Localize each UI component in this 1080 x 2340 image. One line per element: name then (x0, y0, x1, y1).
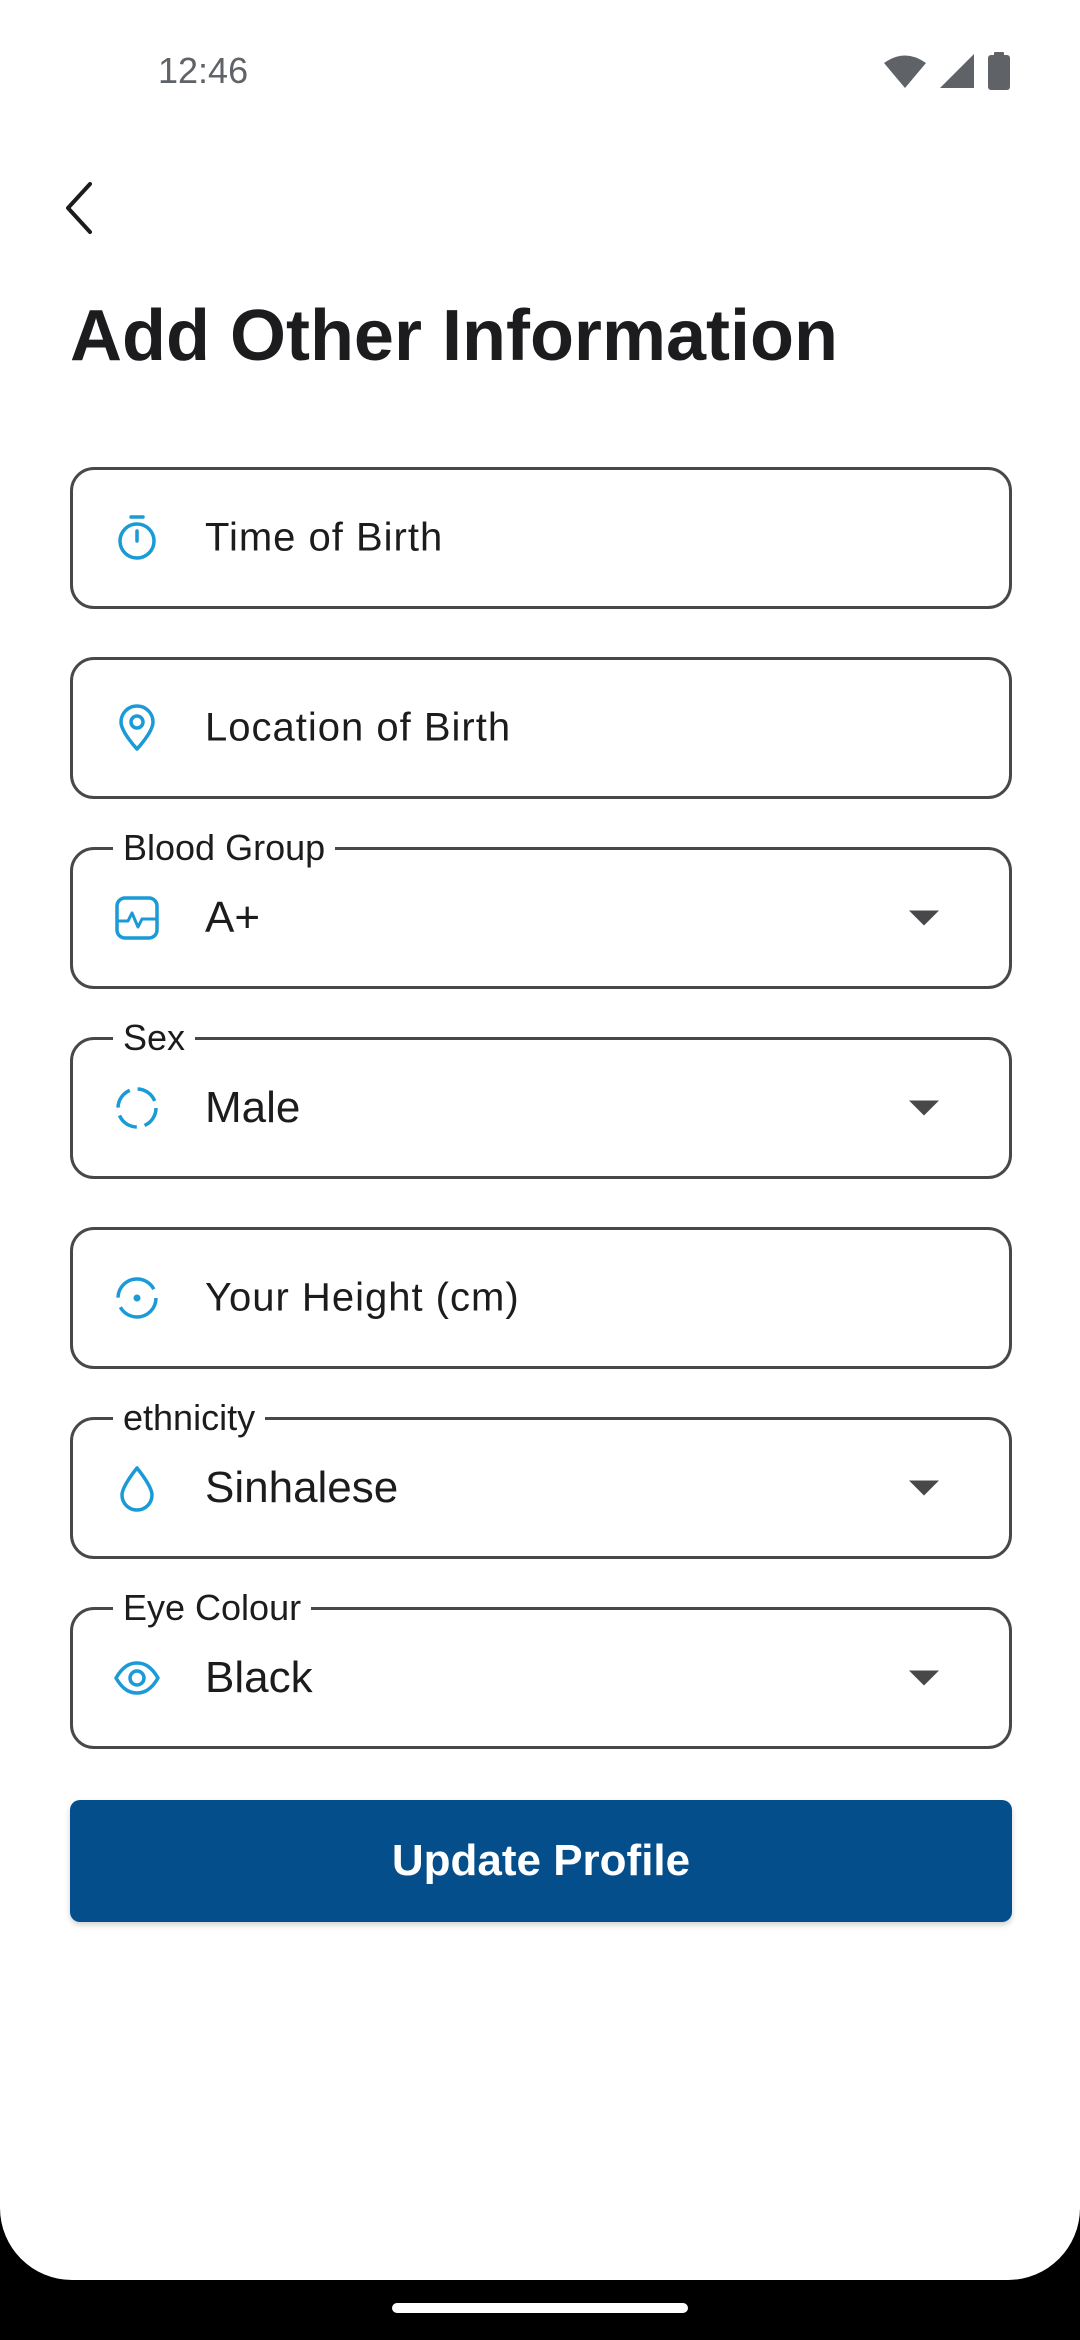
target-circle-icon (113, 1274, 161, 1322)
timer-icon (113, 514, 161, 562)
battery-icon (988, 52, 1010, 95)
wifi-icon (884, 54, 926, 93)
chevron-left-icon (60, 180, 100, 241)
blood-group-label: Blood Group (113, 828, 336, 868)
height-field[interactable]: Your Height (cm) (70, 1227, 1012, 1369)
eye-colour-label: Eye Colour (113, 1588, 312, 1628)
screen: 12:46 Add Other Information Time of Birt… (0, 0, 1080, 2280)
sex-dropdown[interactable]: Sex Male (70, 1018, 1012, 1179)
time-of-birth-placeholder: Time of Birth (205, 515, 444, 560)
heart-monitor-icon (113, 894, 161, 942)
home-indicator[interactable] (392, 2303, 688, 2313)
height-placeholder: Your Height (cm) (205, 1275, 520, 1320)
ethnicity-dropdown[interactable]: ethnicity Sinhalese (70, 1398, 1012, 1559)
droplet-icon (113, 1464, 161, 1512)
page-title: Add Other Information (70, 296, 838, 376)
update-profile-button[interactable]: Update Profile (70, 1800, 1012, 1922)
ethnicity-label: ethnicity (113, 1398, 266, 1438)
signal-icon (940, 54, 974, 93)
time-of-birth-field[interactable]: Time of Birth (70, 467, 1012, 609)
blood-group-dropdown[interactable]: Blood Group A+ (70, 828, 1012, 989)
status-icons (884, 52, 1010, 95)
status-bar: 12:46 (0, 0, 1080, 140)
status-time: 12:46 (158, 50, 249, 91)
sex-value: Male (205, 1083, 301, 1132)
blood-group-value: A+ (205, 893, 261, 942)
chevron-down-icon (909, 1480, 939, 1496)
ethnicity-value: Sinhalese (205, 1463, 399, 1512)
chevron-down-icon (909, 910, 939, 926)
dashed-circle-icon (113, 1084, 161, 1132)
eye-colour-dropdown[interactable]: Eye Colour Black (70, 1588, 1012, 1749)
chevron-down-icon (909, 1100, 939, 1116)
location-of-birth-field[interactable]: Location of Birth (70, 657, 1012, 799)
chevron-down-icon (909, 1670, 939, 1686)
location-of-birth-placeholder: Location of Birth (205, 705, 512, 750)
eye-icon (113, 1654, 161, 1702)
sex-label: Sex (113, 1018, 196, 1058)
eye-colour-value: Black (205, 1653, 313, 1702)
back-button[interactable] (48, 178, 112, 242)
location-pin-icon (113, 704, 161, 752)
